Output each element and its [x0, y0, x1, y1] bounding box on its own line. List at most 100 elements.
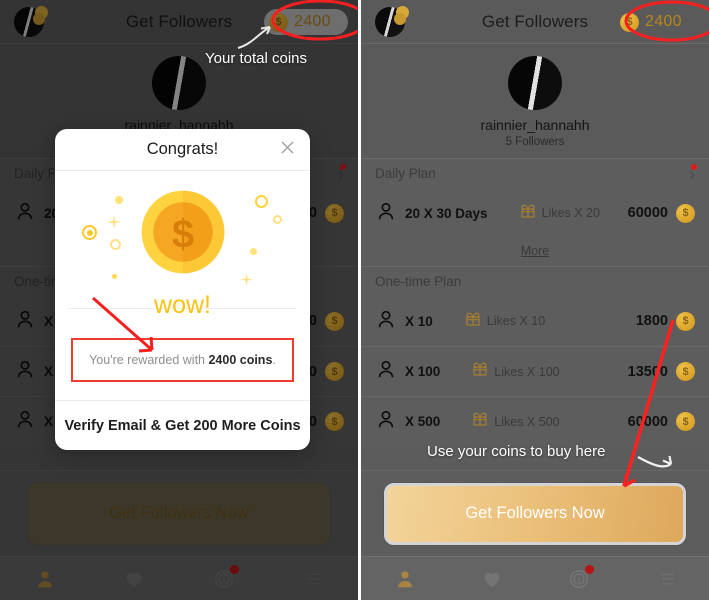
- tab-likes[interactable]: [448, 557, 535, 600]
- profile-avatar[interactable]: [508, 56, 562, 110]
- person-icon: [375, 200, 397, 227]
- notification-dot: [691, 164, 697, 170]
- modal-title: Congrats!: [146, 140, 219, 158]
- person-icon: [14, 308, 36, 335]
- plan-likes-group: Likes X 500: [472, 411, 560, 432]
- sparkle-ring: [273, 215, 282, 224]
- tabbar-right: $: [361, 556, 709, 600]
- coin-icon: $: [676, 203, 695, 223]
- tab-profile[interactable]: [361, 557, 448, 600]
- tab-list[interactable]: [269, 557, 359, 600]
- person-icon: [375, 308, 397, 335]
- plan-likes-label: Likes X 500: [494, 414, 560, 429]
- coin-icon: $: [325, 412, 344, 431]
- close-icon[interactable]: [278, 138, 297, 162]
- callout-arrow-cta: [637, 456, 672, 468]
- plan-quantity: X 100: [405, 364, 441, 379]
- reward-suffix: .: [272, 353, 276, 367]
- coin-icon: $: [325, 362, 344, 381]
- heart-icon: [481, 568, 503, 590]
- svg-text:$: $: [222, 577, 226, 584]
- gift-icon: [520, 203, 536, 224]
- coin-balance-badge[interactable]: $ 2400: [264, 9, 348, 35]
- plan-price-value: 1800: [635, 313, 668, 329]
- coin-balance-badge[interactable]: $ 2400: [615, 9, 699, 35]
- verify-email-button[interactable]: Verify Email & Get 200 More Coins: [55, 400, 310, 450]
- section-label: Daily Plan: [375, 166, 436, 181]
- plan-likes-group: Likes X 20: [520, 203, 600, 224]
- svg-text:$: $: [171, 212, 193, 256]
- tab-list[interactable]: [622, 557, 709, 600]
- plan-quantity: 20 X 30 Days: [405, 205, 488, 221]
- plan-likes-group: Likes X 10: [465, 311, 545, 332]
- plan-row-daily-0[interactable]: 20 X 30 Days Likes X 20 60000 $: [361, 188, 709, 238]
- congrats-modal: Congrats! $ wow! You're rewarded with 24…: [55, 129, 310, 450]
- wow-text: wow!: [55, 291, 310, 324]
- sparkle-target-dot: [86, 229, 93, 236]
- get-followers-now-button[interactable]: Get Followers Now: [384, 482, 686, 545]
- coin-balance-value: 2400: [294, 13, 331, 30]
- person-icon: [375, 408, 397, 435]
- coin-illustration: $: [55, 171, 310, 297]
- coin-icon: $: [620, 12, 639, 32]
- gift-icon: [472, 361, 488, 382]
- coin-icon: $: [676, 412, 695, 431]
- plan-row-onetime-0[interactable]: X 10 Likes X 10 1800 $: [361, 296, 709, 346]
- callout-arrow-cta-head: [662, 455, 673, 466]
- section-label: One-time Plan: [375, 274, 462, 289]
- reward-amount: 2400 coins: [208, 353, 273, 367]
- section-daily-plan-right[interactable]: Daily Plan ›: [361, 158, 709, 188]
- sparkle-ring: [110, 239, 121, 250]
- person-icon: [14, 408, 36, 435]
- tab-coins[interactable]: $: [179, 557, 269, 600]
- coin-balance-value: 2400: [645, 13, 682, 30]
- tab-profile[interactable]: [0, 557, 90, 600]
- coin-icon: $: [676, 311, 695, 331]
- plan-likes-label: Likes X 10: [486, 314, 546, 328]
- plan-price-group: 13500 $: [628, 362, 695, 381]
- notification-dot: [585, 565, 594, 574]
- coin-icon: $: [325, 311, 344, 331]
- tabbar-left: $: [0, 556, 358, 600]
- tab-coins[interactable]: $: [535, 557, 622, 600]
- person-icon: [394, 568, 416, 590]
- plan-price-group: 1800 $: [635, 311, 695, 331]
- plan-price-value: 60000: [627, 413, 668, 430]
- sparkle-dot: [112, 274, 117, 279]
- plan-row-onetime-2[interactable]: X 500 Likes X 500 60000 $: [361, 396, 709, 446]
- notification-dot: [340, 164, 346, 170]
- svg-text:$: $: [577, 577, 581, 584]
- right-phone-panel: Get Followers $ 2400 rainnier_hannahh 5 …: [358, 0, 709, 600]
- plan-likes-label: Likes X 20: [541, 206, 600, 220]
- notification-dot: [230, 565, 240, 574]
- section-one-time-plan-right: One-time Plan: [361, 266, 709, 296]
- app-header-left: Get Followers $ 2400: [0, 0, 358, 44]
- gift-icon: [472, 411, 488, 432]
- plan-quantity: X 10: [405, 313, 433, 329]
- tab-likes[interactable]: [90, 557, 180, 600]
- plan-likes-label: Likes X 100: [494, 364, 560, 379]
- plan-row-onetime-1[interactable]: X 100 Likes X 100 13500 $: [361, 346, 709, 396]
- person-icon: [14, 358, 36, 385]
- cta-container-right: Get Followers Now: [361, 470, 709, 556]
- app-header-right: Get Followers $ 2400: [361, 0, 709, 44]
- coin-icon: $: [269, 12, 288, 32]
- plan-quantity: X 500: [405, 414, 441, 429]
- person-icon: [375, 358, 397, 385]
- reward-highlight-box: You're rewarded with 2400 coins.: [71, 338, 294, 382]
- cta-container-left: Get Followers Now: [0, 470, 358, 556]
- heart-icon: [123, 568, 145, 590]
- get-followers-now-button[interactable]: Get Followers Now: [28, 482, 330, 545]
- screenshot-stage: Get Followers $ 2400 rainnier_hannahh 5 …: [0, 0, 709, 600]
- left-phone-panel: Get Followers $ 2400 rainnier_hannahh 5 …: [0, 0, 358, 600]
- profile-followers-count: 5 Followers: [505, 136, 565, 148]
- profile-avatar[interactable]: [152, 56, 206, 110]
- list-icon: [655, 568, 677, 590]
- plan-likes-group: Likes X 100: [472, 361, 560, 382]
- reward-prefix: You're rewarded with: [89, 353, 209, 367]
- sparkle-ring: [255, 195, 268, 208]
- more-link-right[interactable]: More: [361, 238, 709, 266]
- plan-price-group: 60000 $: [628, 412, 695, 431]
- list-icon: [302, 568, 324, 590]
- sparkle-star-icon: [107, 215, 121, 229]
